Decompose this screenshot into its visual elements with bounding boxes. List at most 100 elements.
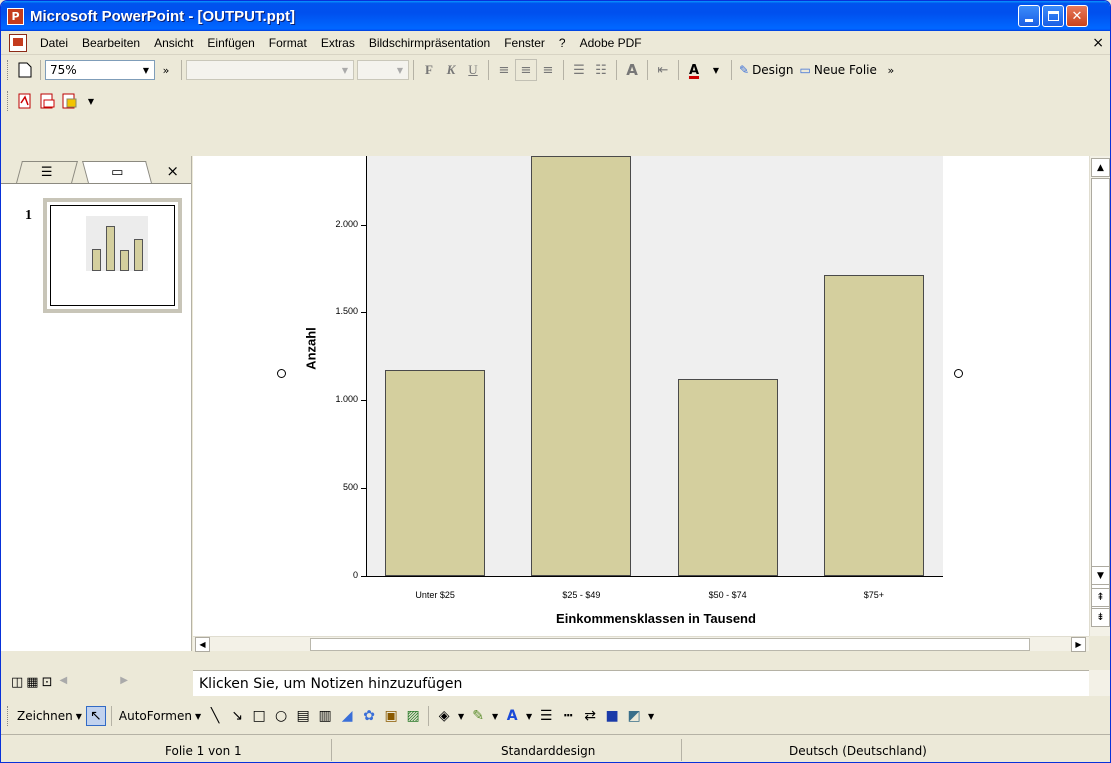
chevron-down-icon[interactable]: ▼ bbox=[337, 61, 353, 79]
select-objects-icon[interactable]: ↖ bbox=[85, 706, 106, 726]
zoom-combo[interactable]: 75% ▼ bbox=[45, 60, 155, 80]
scroll-right-icon[interactable]: ▶ bbox=[1071, 637, 1086, 652]
align-right-icon[interactable]: ≡ bbox=[537, 59, 559, 81]
bullet-list-icon[interactable]: ☷ bbox=[590, 59, 612, 81]
slide-thumbnail[interactable] bbox=[43, 198, 182, 313]
menu-help[interactable]: ? bbox=[552, 36, 573, 50]
convert-to-pdf-icon[interactable] bbox=[14, 90, 36, 112]
menu-bildschirmpraesentation[interactable]: Bildschirmpräsentation bbox=[362, 36, 497, 50]
increase-font-icon[interactable]: A bbox=[621, 59, 643, 81]
chevron-down-icon[interactable]: ▼ bbox=[705, 59, 727, 81]
toolbar-overflow-button[interactable]: » bbox=[155, 59, 177, 81]
previous-slide-icon[interactable]: ⇞ bbox=[1091, 588, 1110, 607]
chart-bar[interactable] bbox=[385, 369, 486, 576]
notes-scrollbar[interactable] bbox=[1089, 670, 1110, 696]
underline-button[interactable]: U bbox=[462, 59, 484, 81]
chart-bar[interactable] bbox=[677, 379, 778, 576]
arrow-style-icon[interactable]: ⇄ bbox=[580, 706, 600, 726]
horizontal-scroll-thumb[interactable] bbox=[310, 638, 1030, 651]
decrease-indent-icon[interactable]: ⇤ bbox=[652, 59, 674, 81]
vertical-scrollbar[interactable]: ▲ ▼ ⇞ ⇟ bbox=[1089, 156, 1110, 636]
pdf-review-icon[interactable] bbox=[58, 90, 80, 112]
clipart-icon[interactable]: ▣ bbox=[381, 706, 401, 726]
chevron-down-icon[interactable]: ▼ bbox=[524, 706, 534, 726]
font-size-combo[interactable]: ▼ bbox=[357, 60, 409, 80]
toolbar-grip[interactable] bbox=[7, 91, 10, 111]
rectangle-icon[interactable]: □ bbox=[249, 706, 269, 726]
chart-bar[interactable] bbox=[531, 156, 632, 576]
draw-menu-button[interactable]: Zeichnen ▼ bbox=[14, 709, 85, 723]
insert-picture-icon[interactable]: ▨ bbox=[403, 706, 423, 726]
italic-button[interactable]: K bbox=[440, 59, 462, 81]
numbered-list-icon[interactable]: ☰ bbox=[568, 59, 590, 81]
organization-chart-icon[interactable]: ✿ bbox=[359, 706, 379, 726]
line-color-icon[interactable]: ✎ bbox=[468, 706, 488, 726]
notes-pane[interactable]: Klicken Sie, um Notizen hinzuzufügen bbox=[193, 670, 1089, 696]
font-name-combo[interactable]: ▼ bbox=[186, 60, 354, 80]
chevron-down-icon[interactable]: ▼ bbox=[456, 706, 466, 726]
menu-extras[interactable]: Extras bbox=[314, 36, 362, 50]
selection-handle-right[interactable] bbox=[954, 369, 963, 378]
design-button[interactable]: ✎ Design bbox=[736, 63, 797, 77]
fill-color-icon[interactable]: ◈ bbox=[434, 706, 454, 726]
toolbar-grip[interactable] bbox=[7, 706, 10, 726]
scroll-down-icon[interactable]: ▼ bbox=[1091, 566, 1110, 585]
horizontal-scrollbar[interactable]: ◀ ▶ bbox=[193, 636, 1089, 652]
chevron-down-icon[interactable]: ▼ bbox=[138, 61, 154, 79]
shadow-style-icon[interactable]: ■ bbox=[602, 706, 622, 726]
minimize-button[interactable] bbox=[1018, 5, 1040, 27]
menu-adobe-pdf[interactable]: Adobe PDF bbox=[573, 36, 649, 50]
line-icon[interactable]: ╲ bbox=[205, 706, 225, 726]
wordart-icon[interactable]: ▥ bbox=[315, 706, 335, 726]
maximize-button[interactable] bbox=[1042, 5, 1064, 27]
chevron-down-icon[interactable]: ▼ bbox=[80, 90, 102, 112]
pdf-email-icon[interactable] bbox=[36, 90, 58, 112]
oval-icon[interactable]: ○ bbox=[271, 706, 291, 726]
scroll-left-icon[interactable]: ◀ bbox=[60, 675, 68, 690]
toolbar-grip[interactable] bbox=[7, 60, 10, 80]
align-left-icon[interactable]: ≡ bbox=[493, 59, 515, 81]
scroll-thumb[interactable] bbox=[1091, 178, 1110, 618]
document-icon[interactable] bbox=[9, 33, 27, 52]
align-center-icon[interactable]: ≡ bbox=[515, 59, 537, 81]
scroll-up-icon[interactable]: ▲ bbox=[1091, 158, 1110, 177]
title-bar: P Microsoft PowerPoint - [OUTPUT.ppt] ✕ bbox=[1, 1, 1110, 31]
selection-handle-left[interactable] bbox=[277, 369, 286, 378]
textbox-icon[interactable]: ▤ bbox=[293, 706, 313, 726]
bold-button[interactable]: F bbox=[418, 59, 440, 81]
powerpoint-icon[interactable]: P bbox=[7, 7, 24, 25]
scroll-right-icon[interactable]: ▶ bbox=[120, 675, 128, 690]
slide-show-icon[interactable]: ⊡ bbox=[42, 675, 53, 690]
tab-outline[interactable]: ☰ bbox=[16, 161, 78, 183]
text-color-icon[interactable]: A bbox=[502, 706, 522, 726]
menu-format[interactable]: Format bbox=[262, 36, 314, 50]
line-style-icon[interactable]: ☰ bbox=[536, 706, 556, 726]
document-close-button[interactable]: × bbox=[1092, 35, 1104, 51]
chevron-down-icon[interactable]: ▼ bbox=[392, 61, 408, 79]
normal-view-icon[interactable]: ◫ bbox=[11, 675, 23, 690]
chart-bar[interactable] bbox=[823, 274, 924, 576]
3d-style-icon[interactable]: ◩ bbox=[624, 706, 644, 726]
menu-datei[interactable]: Datei bbox=[33, 36, 75, 50]
slide-sorter-icon[interactable]: ▦ bbox=[26, 675, 38, 690]
menu-bearbeiten[interactable]: Bearbeiten bbox=[75, 36, 147, 50]
new-document-icon[interactable] bbox=[14, 59, 36, 81]
tab-slides[interactable]: ▭ bbox=[82, 161, 152, 183]
pane-close-button[interactable]: × bbox=[166, 162, 179, 180]
scroll-left-icon[interactable]: ◀ bbox=[195, 637, 210, 652]
chevron-down-icon[interactable]: ▼ bbox=[646, 706, 656, 726]
new-slide-button[interactable]: ▭ Neue Folie bbox=[797, 63, 880, 77]
diagram-icon[interactable]: ◢ bbox=[337, 706, 357, 726]
close-button[interactable]: ✕ bbox=[1066, 5, 1088, 27]
menu-fenster[interactable]: Fenster bbox=[497, 36, 552, 50]
autoshapes-button[interactable]: AutoFormen ▼ bbox=[116, 709, 204, 723]
design-label: Design bbox=[752, 63, 794, 77]
chevron-down-icon[interactable]: ▼ bbox=[490, 706, 500, 726]
font-color-icon[interactable]: A bbox=[683, 59, 705, 81]
next-slide-icon[interactable]: ⇟ bbox=[1091, 608, 1110, 627]
menu-einfuegen[interactable]: Einfügen bbox=[200, 36, 261, 50]
arrow-icon[interactable]: ↘ bbox=[227, 706, 247, 726]
toolbar-overflow-button[interactable]: » bbox=[880, 59, 902, 81]
menu-ansicht[interactable]: Ansicht bbox=[147, 36, 200, 50]
dash-style-icon[interactable]: ┅ bbox=[558, 706, 578, 726]
